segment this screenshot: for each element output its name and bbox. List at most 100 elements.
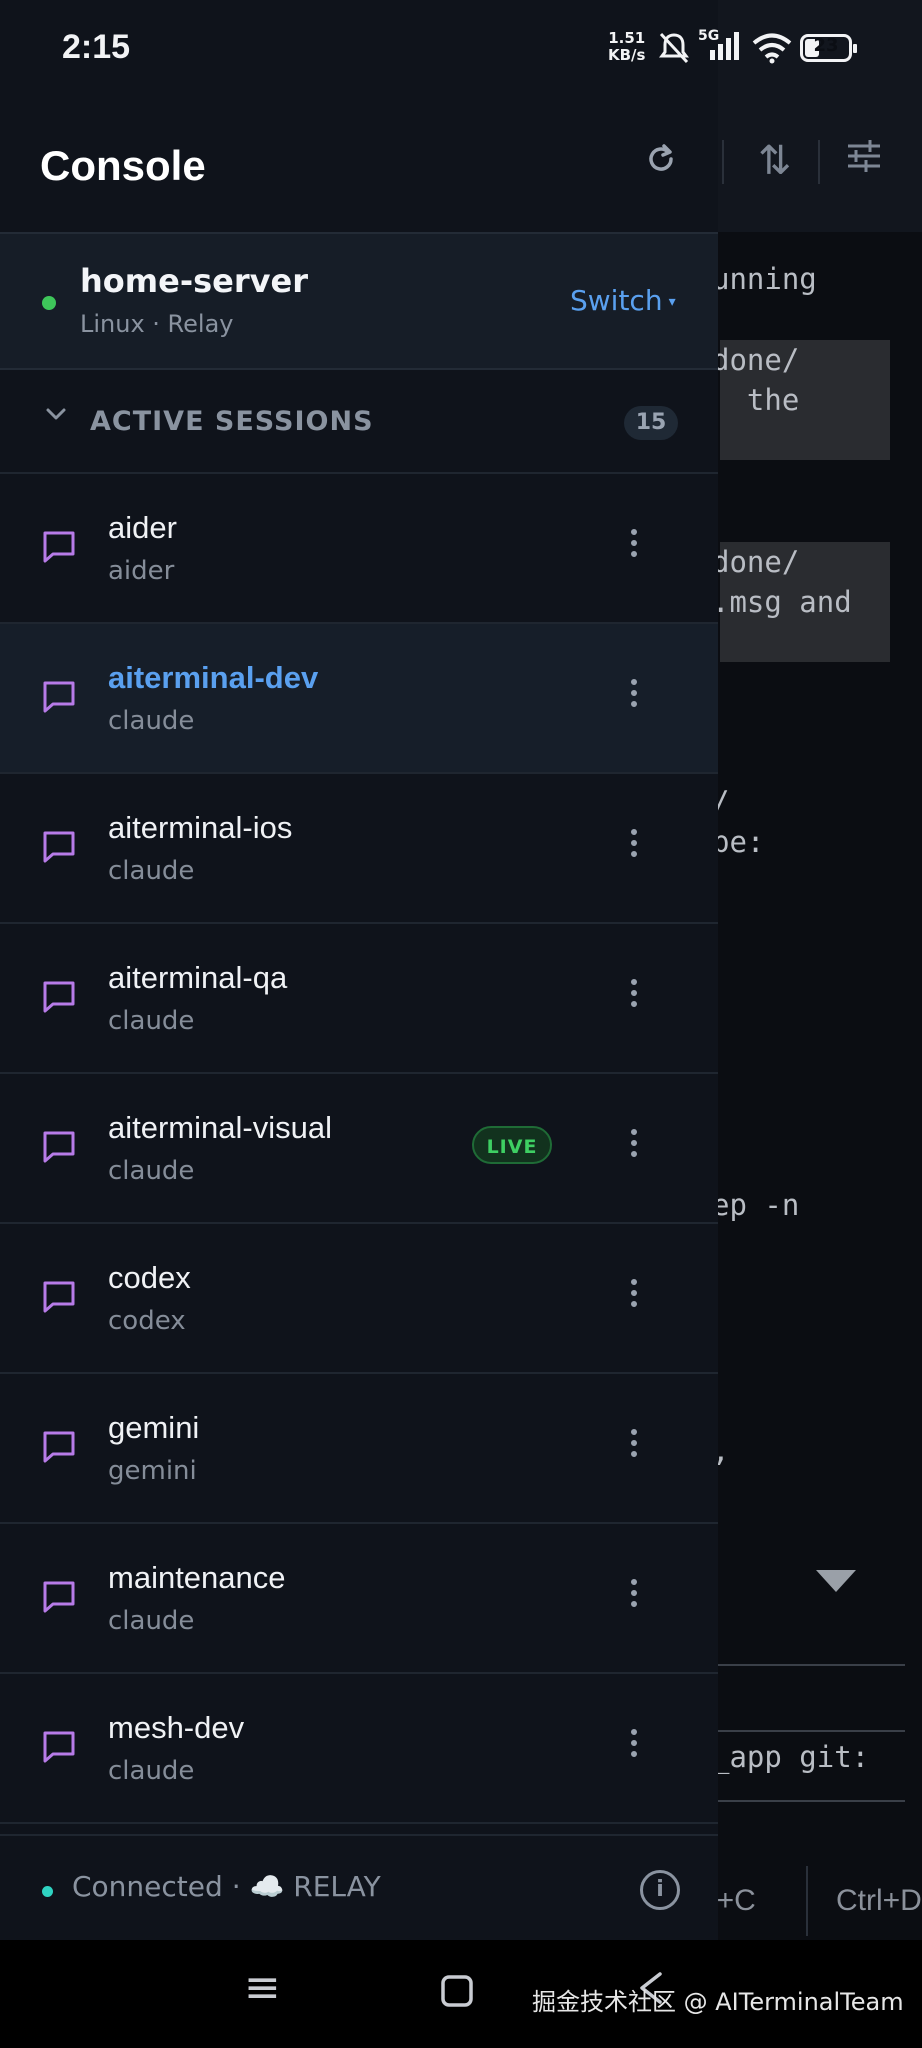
- navigation-drawer: Console home-server Linux · Relay Switch…: [0, 0, 718, 1940]
- scroll-down-icon[interactable]: [816, 1570, 856, 1592]
- status-separator: ·: [231, 1870, 241, 1903]
- connection-status-dot: [42, 1886, 53, 1897]
- session-name: maintenance: [108, 1560, 286, 1595]
- terminal-line: pe:: [712, 825, 765, 859]
- sessions-label: ACTIVE SESSIONS: [90, 406, 374, 437]
- more-vertical-icon[interactable]: [620, 522, 648, 576]
- session-name: gemini: [108, 1410, 200, 1445]
- session-name: aiterminal-qa: [108, 960, 288, 995]
- session-agent: claude: [108, 706, 195, 736]
- session-agent: claude: [108, 1756, 195, 1786]
- network-speed: 1.51 KB/s: [608, 30, 645, 64]
- chat-bubble-icon: [40, 528, 78, 566]
- terminal-line: done/: [712, 343, 800, 377]
- info-icon[interactable]: i: [640, 1870, 680, 1910]
- session-name: mesh-dev: [108, 1710, 245, 1745]
- session-agent: gemini: [108, 1456, 197, 1486]
- session-name: aider: [108, 510, 177, 545]
- session-row[interactable]: aider aider: [0, 474, 718, 624]
- connection-status-text: Connected: [72, 1870, 223, 1903]
- session-row[interactable]: aiterminal-ios claude: [0, 774, 718, 924]
- more-vertical-icon[interactable]: [620, 1422, 648, 1476]
- shortcut-key-row: rl+C Ctrl+D: [700, 1862, 922, 1940]
- chat-bubble-icon: [40, 1428, 78, 1466]
- host-name: home-server: [80, 262, 308, 300]
- chat-bubble-icon: [40, 1278, 78, 1316]
- terminal-divider: [700, 1800, 905, 1802]
- sort-icon[interactable]: ⇅: [758, 138, 792, 184]
- session-agent: codex: [108, 1306, 186, 1336]
- session-name: codex: [108, 1260, 191, 1295]
- more-vertical-icon[interactable]: [620, 1572, 648, 1626]
- refresh-icon[interactable]: [638, 140, 684, 186]
- system-nav-bar: ≡ 掘金技术社区 @ AITerminalTeam: [0, 1940, 922, 2048]
- session-name: aiterminal-visual: [108, 1110, 332, 1145]
- session-row[interactable]: maintenance claude: [0, 1524, 718, 1674]
- terminal-divider: [700, 1664, 905, 1666]
- session-agent: claude: [108, 856, 195, 886]
- session-row[interactable]: aiterminal-qa claude: [0, 924, 718, 1074]
- home-icon[interactable]: [440, 1968, 474, 2019]
- wifi-icon: [752, 32, 792, 72]
- terminal-line: the: [712, 383, 800, 417]
- session-row[interactable]: aiterminal-visual claude LIVE: [0, 1074, 718, 1224]
- chat-bubble-icon: [40, 828, 78, 866]
- terminal-line: done/: [712, 545, 800, 579]
- network-speed-value: 1.51: [608, 29, 646, 47]
- session-row[interactable]: codex codex: [0, 1224, 718, 1374]
- more-vertical-icon[interactable]: [620, 1722, 648, 1776]
- chat-bubble-icon: [40, 678, 78, 716]
- session-agent: aider: [108, 556, 175, 586]
- bell-muted-icon: [656, 30, 692, 74]
- key-divider: [806, 1866, 808, 1936]
- terminal-line: ep -n: [712, 1188, 800, 1222]
- session-name: aiterminal-dev: [108, 660, 319, 695]
- more-vertical-icon[interactable]: [620, 672, 648, 726]
- switch-label: Switch: [570, 284, 663, 317]
- host-status-dot: [42, 296, 56, 310]
- terminal-divider: [700, 1730, 905, 1732]
- sessions-section-header[interactable]: ACTIVE SESSIONS 15: [0, 370, 718, 474]
- session-agent: claude: [108, 1156, 195, 1186]
- watermark: 掘金技术社区 @ AITerminalTeam: [532, 1988, 904, 2016]
- sessions-count-badge: 15: [624, 406, 678, 440]
- drawer-footer: Connected · ☁️ RELAY i: [0, 1834, 718, 1940]
- drawer-header: Console: [0, 100, 718, 232]
- terminal-line: unning: [712, 262, 817, 296]
- session-agent: claude: [108, 1606, 195, 1636]
- more-vertical-icon[interactable]: [620, 1272, 648, 1326]
- more-vertical-icon[interactable]: [620, 972, 648, 1026]
- battery-level: 23: [813, 35, 839, 56]
- chat-bubble-icon: [40, 978, 78, 1016]
- caret-down-icon: ▾: [668, 294, 676, 310]
- chevron-down-icon[interactable]: [44, 400, 68, 433]
- session-row[interactable]: aiterminal-dev claude: [0, 624, 718, 774]
- network-speed-unit: KB/s: [608, 46, 646, 64]
- session-row[interactable]: gemini gemini: [0, 1374, 718, 1524]
- toolbar-divider: [818, 140, 820, 184]
- settings-sliders-icon[interactable]: [844, 136, 884, 186]
- session-row[interactable]: mesh-dev claude: [0, 1674, 718, 1824]
- chat-bubble-icon: [40, 1728, 78, 1766]
- menu-icon[interactable]: ≡: [244, 1962, 281, 2013]
- terminal-line: .msg and: [712, 585, 852, 619]
- switch-host-button[interactable]: Switch ▾: [570, 284, 676, 317]
- live-badge: LIVE: [472, 1126, 552, 1164]
- more-vertical-icon[interactable]: [620, 1122, 648, 1176]
- chat-bubble-icon: [40, 1128, 78, 1166]
- chat-bubble-icon: [40, 1578, 78, 1616]
- clock: 2:15: [62, 28, 131, 66]
- toolbar-divider: [722, 140, 724, 184]
- drawer-title: Console: [40, 142, 206, 189]
- host-meta: Linux · Relay: [80, 310, 234, 338]
- terminal-line: _app git:: [712, 1740, 870, 1774]
- host-card[interactable]: home-server Linux · Relay Switch ▾: [0, 232, 718, 370]
- key-ctrl-d[interactable]: Ctrl+D: [836, 1862, 922, 1940]
- connection-status: Connected · ☁️ RELAY: [72, 1870, 381, 1903]
- status-bar: 2:15 1.51 KB/s 5G 23: [0, 0, 922, 100]
- relay-label: ☁️ RELAY: [249, 1870, 381, 1903]
- more-vertical-icon[interactable]: [620, 822, 648, 876]
- session-agent: claude: [108, 1006, 195, 1036]
- battery-icon: 23: [800, 34, 857, 62]
- session-name: aiterminal-ios: [108, 810, 293, 845]
